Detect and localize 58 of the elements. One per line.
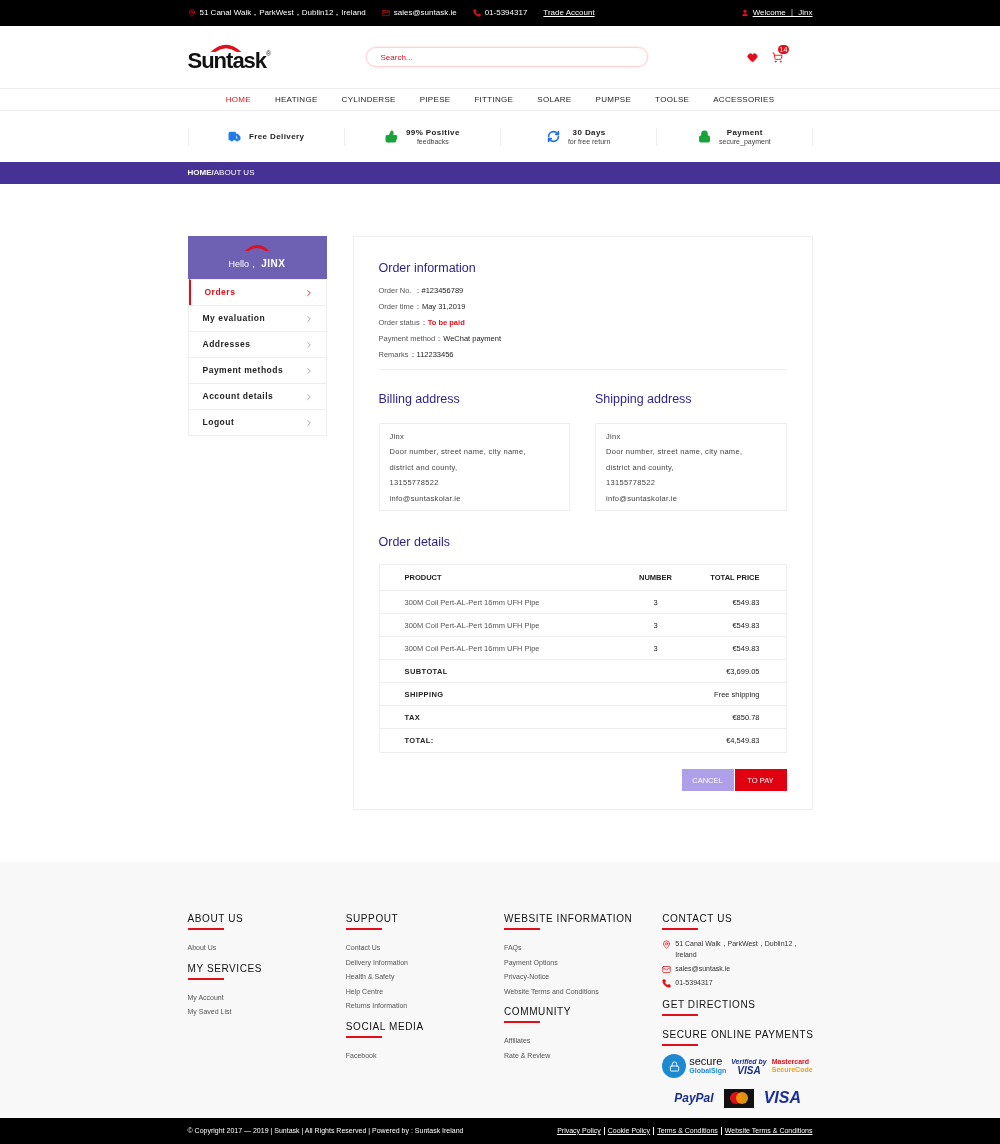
footer-heading: SUPPOUT	[345, 912, 400, 925]
nav-link[interactable]: PIPESE	[419, 93, 451, 106]
feature-title: Payment	[726, 127, 763, 137]
cart-icon[interactable]	[771, 51, 783, 63]
section-title: Billing address	[378, 390, 461, 408]
sidebar-item[interactable]: Addresses	[188, 331, 326, 357]
mail-icon	[662, 965, 672, 974]
nav-link[interactable]: FITTINGE	[474, 93, 514, 106]
footer-heading: COMMUNITY	[504, 1005, 573, 1018]
location-pin-icon	[662, 940, 672, 949]
sidebar-item[interactable]: Account details	[188, 383, 326, 409]
footer-heading: ABOUT US	[187, 912, 245, 925]
sidebar-item[interactable]: Payment methods	[188, 357, 326, 383]
address-text: 51 Canal Walk，ParkWest，Dublin12，Ireland	[199, 7, 366, 19]
greeting-text: Hello，	[228, 259, 258, 270]
footer-heading: GET DIRECTIONS	[662, 998, 757, 1011]
breadcrumb: HOME/ABOUT US	[187, 167, 255, 179]
footer-heading: SOCIAL MEDIA	[345, 1019, 425, 1033]
user-icon	[740, 9, 749, 17]
truck-icon	[227, 130, 241, 143]
feature-title: 99% Positive	[406, 127, 460, 137]
paypal-logo: PayPal	[674, 1090, 714, 1107]
sidebar-item[interactable]: Logout	[188, 409, 326, 435]
nav-link[interactable]: HEATINGE	[274, 93, 318, 106]
footer-heading: MY SERVICES	[187, 961, 264, 975]
wishlist-icon[interactable]	[746, 51, 758, 63]
nav-link[interactable]: TOOLSE	[655, 93, 690, 106]
thumbs-up-icon	[385, 130, 398, 143]
trade-account-link[interactable]: Trade Account	[543, 7, 595, 19]
footer-heading: CONTACT US	[662, 912, 734, 925]
nav-link[interactable]: SOLARE	[537, 93, 572, 106]
feature-title: 30 Days	[572, 127, 606, 137]
nav-link[interactable]: CYLINDERSE	[341, 93, 396, 106]
user-name: JINX	[260, 258, 286, 270]
nav-link[interactable]: PUMPSE	[595, 93, 632, 106]
mail-icon	[381, 9, 390, 17]
nav-link[interactable]: ACCESSORIES	[713, 93, 775, 106]
lock-icon	[698, 130, 711, 143]
search-field[interactable]: Search...	[365, 47, 648, 67]
refresh-icon	[546, 130, 560, 143]
sidebar-item[interactable]: My evaluation	[188, 305, 326, 331]
mastercard-logo	[723, 1088, 754, 1108]
phone-icon	[662, 979, 672, 988]
nav-link[interactable]: HOME	[225, 93, 251, 106]
visa-logo: VISA	[763, 1088, 801, 1108]
email-text: sales@suntask.ie	[393, 7, 457, 19]
location-pin-icon	[187, 9, 196, 17]
phone-icon	[472, 9, 481, 17]
footer-heading: SECURE ONLINE PAYMENTS	[662, 1028, 813, 1041]
feature-title: Free Delivery	[248, 132, 305, 141]
phone-text: 01-5394317	[484, 7, 528, 19]
footer-heading: WEBSITE INFORMATION	[504, 912, 634, 925]
section-title: Order information	[378, 260, 477, 277]
section-title: Order details	[378, 533, 452, 551]
sidebar-item[interactable]: Orders	[188, 279, 326, 305]
section-title: Shipping address	[595, 390, 693, 408]
logo-arc-icon	[243, 243, 271, 252]
welcome-link[interactable]: Welcome ｜ Jinx	[752, 7, 813, 19]
